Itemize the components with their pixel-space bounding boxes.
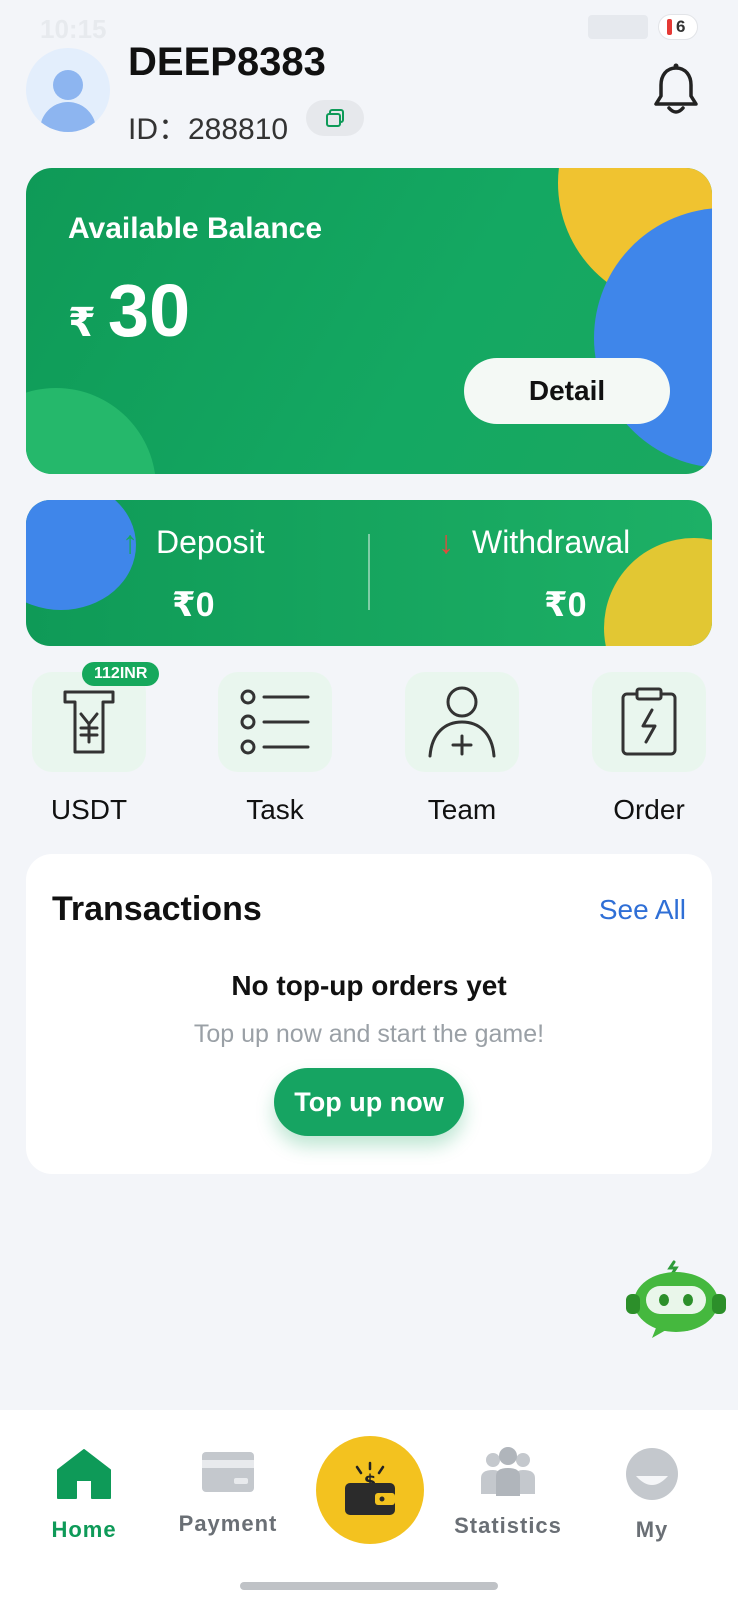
detail-button[interactable]: Detail bbox=[464, 358, 670, 424]
battery-level-indicator bbox=[667, 19, 672, 35]
user-id-label: ID： bbox=[128, 113, 188, 146]
top-up-button[interactable]: Top up now bbox=[274, 1068, 464, 1136]
nav-statistics-label: Statistics bbox=[454, 1513, 562, 1538]
task-list-icon bbox=[218, 672, 332, 772]
copy-icon bbox=[326, 109, 344, 127]
quick-action-task[interactable]: Task bbox=[218, 672, 332, 826]
see-all-link[interactable]: See All bbox=[599, 894, 686, 926]
empty-state-title: No top-up orders yet bbox=[231, 970, 507, 1001]
currency-symbol: ₹ bbox=[544, 586, 568, 624]
deposit-amount: ₹0 bbox=[122, 585, 265, 625]
quick-action-label: Team bbox=[427, 794, 497, 825]
nav-payment-label: Payment bbox=[178, 1511, 278, 1536]
deposit-section[interactable]: ↑ Deposit ₹0 bbox=[122, 524, 265, 625]
wallet-icon: $ bbox=[345, 1461, 395, 1515]
transactions-title: Transactions bbox=[52, 890, 262, 928]
nav-my-label: My bbox=[635, 1517, 669, 1542]
avatar[interactable] bbox=[26, 48, 110, 132]
nav-home-label: Home bbox=[51, 1517, 117, 1542]
team-add-icon bbox=[405, 672, 519, 772]
divider bbox=[368, 534, 370, 610]
copy-id-button[interactable] bbox=[306, 100, 364, 136]
transactions-card: Transactions See All No top-up orders ye… bbox=[26, 854, 712, 1174]
usdt-badge: 112INR bbox=[82, 662, 160, 686]
quick-action-label: Order bbox=[613, 794, 685, 825]
bell-icon[interactable] bbox=[650, 62, 702, 118]
card-icon bbox=[202, 1452, 254, 1492]
nav-my[interactable]: My bbox=[592, 1446, 712, 1543]
wallet-button[interactable]: $ bbox=[316, 1436, 424, 1544]
bottom-nav: Home Payment $ Statistics My bbox=[0, 1410, 738, 1599]
withdrawal-label: Withdrawal bbox=[472, 524, 631, 560]
decor-circle-green bbox=[26, 388, 156, 474]
balance-amount: ₹ 30 bbox=[68, 268, 190, 353]
status-time: 10:15 bbox=[40, 14, 107, 44]
balance-card: Available Balance ₹ 30 Detail bbox=[26, 168, 712, 474]
battery-level: 6 bbox=[676, 17, 686, 36]
nav-statistics[interactable]: Statistics bbox=[448, 1446, 568, 1539]
balance-value: 30 bbox=[107, 269, 191, 352]
robot-support-icon[interactable] bbox=[626, 1256, 732, 1338]
status-indicators: 6 bbox=[588, 14, 698, 40]
signal-icon bbox=[588, 15, 648, 39]
withdrawal-amount: ₹0 bbox=[438, 585, 630, 625]
quick-action-team[interactable]: Team bbox=[405, 672, 519, 826]
battery-icon: 6 bbox=[658, 14, 698, 40]
empty-state-subtitle: Top up now and start the game! bbox=[193, 1020, 545, 1048]
arrow-down-icon: ↓ bbox=[438, 524, 454, 560]
quick-action-label: USDT bbox=[50, 794, 128, 825]
nav-home[interactable]: Home bbox=[24, 1446, 144, 1543]
quick-action-label: Task bbox=[246, 794, 304, 825]
balance-label: Available Balance bbox=[68, 212, 323, 245]
user-id-value: 288810 bbox=[188, 113, 289, 146]
withdrawal-value: 0 bbox=[567, 586, 587, 624]
profile-icon bbox=[626, 1448, 678, 1500]
nav-payment[interactable]: Payment bbox=[168, 1446, 288, 1537]
deposit-withdrawal-card: ↑ Deposit ₹0 ↓ Withdrawal ₹0 bbox=[26, 500, 712, 646]
people-icon bbox=[481, 1447, 535, 1496]
decor-circle-blue bbox=[26, 500, 136, 610]
quick-action-order[interactable]: Order bbox=[592, 672, 706, 826]
withdrawal-section[interactable]: ↓ Withdrawal ₹0 bbox=[438, 524, 630, 625]
currency-symbol: ₹ bbox=[172, 586, 196, 624]
home-indicator[interactable] bbox=[240, 1582, 498, 1590]
quick-action-usdt[interactable]: 112INR USDT bbox=[32, 662, 160, 826]
home-icon bbox=[57, 1449, 111, 1499]
user-id: ID：288810 bbox=[128, 104, 288, 148]
arrow-up-icon: ↑ bbox=[122, 524, 138, 560]
deposit-value: 0 bbox=[195, 586, 215, 624]
usdt-receipt-icon: 112INR bbox=[32, 662, 160, 772]
status-bar: 10:15 6 bbox=[0, 0, 738, 56]
avatar-body bbox=[40, 102, 96, 132]
avatar-head bbox=[53, 70, 83, 100]
order-clipboard-icon bbox=[592, 672, 706, 772]
deposit-label: Deposit bbox=[156, 524, 265, 560]
currency-symbol: ₹ bbox=[68, 301, 96, 345]
username: DEEP8383 bbox=[128, 40, 326, 84]
